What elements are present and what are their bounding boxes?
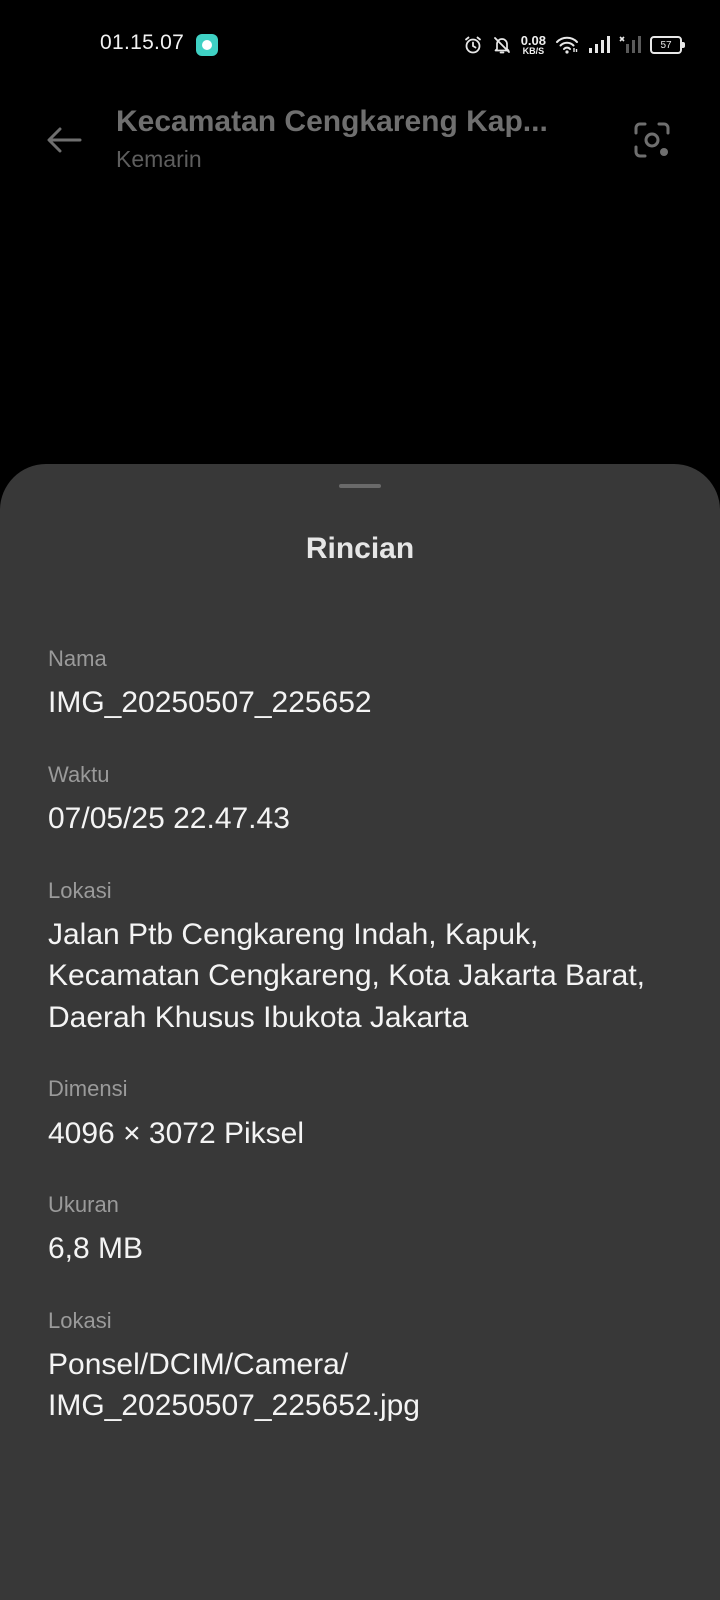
arrow-left-icon: [47, 127, 82, 153]
photo-title: Kecamatan Cengkareng Kap...: [116, 105, 548, 138]
back-button[interactable]: [40, 116, 88, 164]
detail-label: Lokasi: [48, 1307, 112, 1333]
status-icons: 0.08 KB/S 57: [463, 30, 685, 60]
detail-value: 6,8 MB: [48, 1232, 144, 1266]
sheet-title: Rincian: [305, 532, 415, 565]
detail-label: Nama: [48, 646, 107, 671]
bell-muted-icon: [493, 37, 510, 54]
detail-value: IMG_20250507_225652: [48, 686, 372, 720]
title-block: Kecamatan Cengkareng Kap... Kemarin: [116, 104, 556, 173]
status-time: 01.15.07: [100, 31, 185, 54]
detail-name: Nama IMG_20250507_225652: [48, 646, 678, 724]
details-list: Nama IMG_20250507_225652 Waktu 07/05/25 …: [48, 646, 678, 1465]
detail-label: Lokasi: [48, 877, 112, 903]
detail-value[interactable]: Jalan Ptb Cengkareng Indah, Kapuk, Kecam…: [48, 914, 678, 1038]
status-bar: 01.15.07 0.08 KB/S 57: [0, 0, 720, 90]
photo-date-subtitle: Kemarin: [116, 146, 202, 172]
signal-no-service-icon: [619, 36, 641, 53]
detail-value: Ponsel/DCIM/Camera/ IMG_20250507_225652.…: [48, 1348, 420, 1423]
detail-label: Waktu: [48, 761, 110, 787]
battery-level: 57: [660, 39, 672, 51]
detail-label: Dimensi: [48, 1076, 128, 1102]
detail-value: 07/05/25 22.47.43: [48, 802, 290, 836]
net-speed-unit: KB/S: [522, 46, 545, 56]
screen: 01.15.07 0.08 KB/S 57 Kecamatan Cengkare…: [0, 0, 720, 1600]
wifi-icon: [556, 36, 578, 54]
detail-time: Waktu 07/05/25 22.47.43: [48, 762, 678, 840]
signal-icon: [589, 36, 610, 53]
app-notification-icon: [196, 34, 218, 56]
battery-icon: 57: [650, 36, 685, 54]
net-speed: 0.08 KB/S: [521, 34, 546, 56]
lens-scan-button[interactable]: [628, 116, 676, 164]
detail-value: 4096 × 3072 Piksel: [48, 1116, 305, 1150]
lens-scan-icon: [634, 122, 670, 158]
drag-handle[interactable]: [339, 484, 381, 488]
details-sheet: Rincian Nama IMG_20250507_225652 Waktu 0…: [0, 464, 720, 1600]
detail-dimensions: Dimensi 4096 × 3072 Piksel: [48, 1076, 678, 1154]
detail-label: Ukuran: [48, 1191, 119, 1217]
alarm-icon: [464, 36, 481, 54]
detail-path: Lokasi Ponsel/DCIM/Camera/ IMG_20250507_…: [48, 1308, 678, 1427]
detail-size: Ukuran 6,8 MB: [48, 1192, 678, 1270]
detail-location: Lokasi Jalan Ptb Cengkareng Indah, Kapuk…: [48, 878, 678, 1039]
app-bar: Kecamatan Cengkareng Kap... Kemarin: [0, 90, 720, 200]
